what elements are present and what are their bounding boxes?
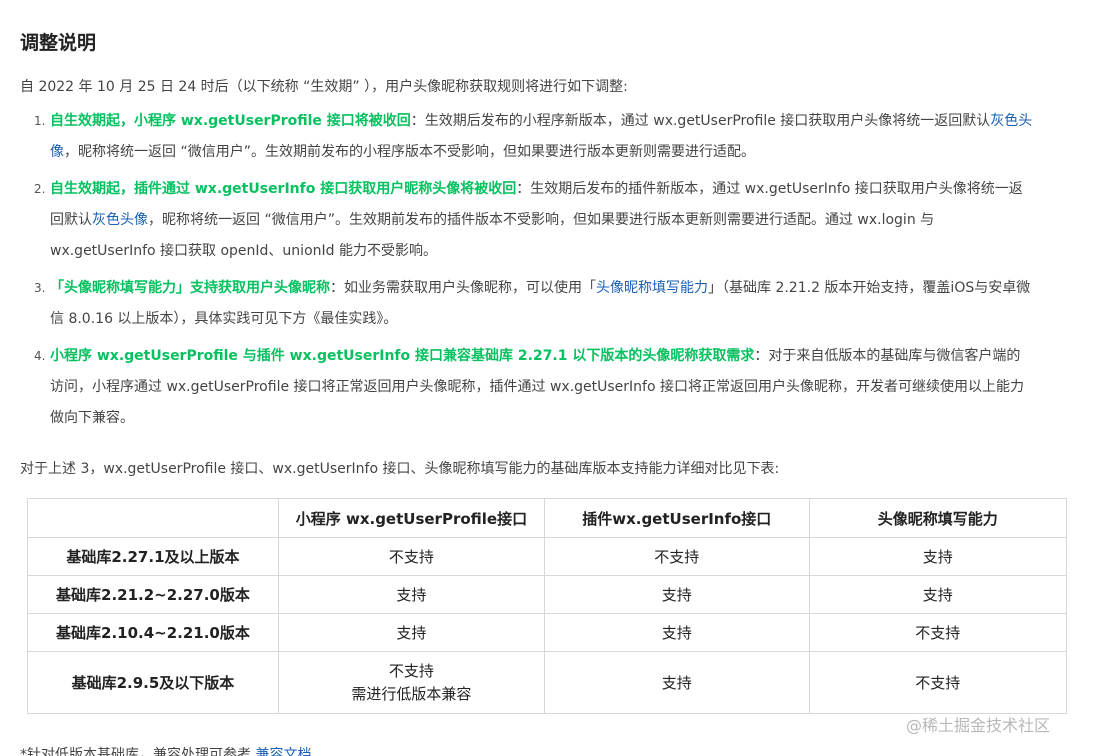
list-number: 1. bbox=[34, 114, 46, 128]
table-cell: 不支持 bbox=[808, 651, 1068, 714]
adjustment-list: 1. 自生效期起，小程序 wx.getUserProfile 接口将被收回：生效… bbox=[34, 106, 1034, 440]
item-text: ，昵称将统一返回 “微信用户”。生效期前发布的插件版本不受影响，但如果要进行版本… bbox=[50, 212, 935, 259]
table-cell: 支持 bbox=[277, 613, 545, 652]
item-text: ：如业务需获取用户头像昵称，可以使用「 bbox=[330, 280, 596, 296]
table-row: 基础库2.9.5及以下版本 不支持 需进行低版本兼容 支持 不支持 bbox=[27, 651, 1068, 714]
list-item: 4. 小程序 wx.getUserProfile 与插件 wx.getUserI… bbox=[34, 341, 1034, 434]
row-label: 基础库2.10.4~2.21.0版本 bbox=[27, 613, 279, 652]
header-cell-getuserprofile: 小程序 wx.getUserProfile接口 bbox=[277, 498, 545, 538]
row-label: 基础库2.21.2~2.27.0版本 bbox=[27, 575, 279, 614]
compat-doc-link[interactable]: 兼容文档 bbox=[255, 747, 311, 756]
table-cell: 支持 bbox=[543, 613, 810, 652]
table-cell: 不支持 bbox=[543, 537, 810, 576]
table-row: 基础库2.10.4~2.21.0版本 支持 支持 不支持 bbox=[27, 613, 1068, 652]
table-cell: 支持 bbox=[808, 575, 1068, 614]
table-cell: 支持 bbox=[543, 575, 810, 614]
emphasis-text: 自生效期起，插件通过 wx.getUserInfo 接口获取用户昵称头像将被收回 bbox=[50, 181, 517, 197]
gray-avatar-link[interactable]: 灰色头像 bbox=[92, 212, 148, 228]
table-cell: 支持 bbox=[277, 575, 545, 614]
emphasis-text: 小程序 wx.getUserProfile 与插件 wx.getUserInfo… bbox=[50, 348, 755, 364]
emphasis-text: 「头像昵称填写能力」支持获取用户头像昵称 bbox=[50, 280, 330, 296]
header-cell-empty bbox=[27, 498, 279, 538]
section-heading: 调整说明 bbox=[20, 32, 97, 54]
row-label: 基础库2.9.5及以下版本 bbox=[27, 651, 279, 714]
row-label: 基础库2.27.1及以上版本 bbox=[27, 537, 279, 576]
emphasis-text: 自生效期起，小程序 wx.getUserProfile 接口将被收回 bbox=[50, 113, 411, 129]
table-row: 基础库2.27.1及以上版本 不支持 不支持 支持 bbox=[27, 537, 1068, 576]
nickname-capability-link[interactable]: 头像昵称填写能力 bbox=[596, 280, 708, 296]
footnote-text: *针对低版本基础库，兼容处理可参考 bbox=[20, 747, 251, 756]
table-cell: 不支持 bbox=[277, 537, 545, 576]
list-number: 3. bbox=[34, 281, 46, 295]
table-row: 基础库2.21.2~2.27.0版本 支持 支持 支持 bbox=[27, 575, 1068, 614]
comparison-table: 小程序 wx.getUserProfile接口 插件wx.getUserInfo… bbox=[27, 498, 1068, 714]
footnote: *针对低版本基础库，兼容处理可参考 兼容文档 bbox=[20, 744, 311, 756]
table-cell: 不支持 bbox=[808, 613, 1068, 652]
table-cell: 不支持 需进行低版本兼容 bbox=[277, 651, 545, 714]
table-header-row: 小程序 wx.getUserProfile接口 插件wx.getUserInfo… bbox=[27, 498, 1068, 538]
cell-line: 不支持 bbox=[388, 661, 434, 680]
intro-paragraph: 自 2022 年 10 月 25 日 24 时后（以下统称 “生效期” ），用户… bbox=[20, 79, 628, 95]
list-number: 4. bbox=[34, 349, 46, 363]
item-text: ：生效期后发布的小程序新版本，通过 wx.getUserProfile 接口获取… bbox=[410, 113, 991, 129]
table-cell: 支持 bbox=[808, 537, 1068, 576]
header-cell-nickname-capability: 头像昵称填写能力 bbox=[808, 498, 1068, 538]
list-item: 1. 自生效期起，小程序 wx.getUserProfile 接口将被收回：生效… bbox=[34, 106, 1034, 168]
item-text: ，昵称将统一返回 “微信用户”。生效期前发布的小程序版本不受影响，但如果要进行版… bbox=[64, 144, 755, 160]
list-item: 2. 自生效期起，插件通过 wx.getUserInfo 接口获取用户昵称头像将… bbox=[34, 174, 1034, 267]
article-page: 调整说明 自 2022 年 10 月 25 日 24 时后（以下统称 “生效期”… bbox=[0, 0, 1097, 756]
cell-line: 需进行低版本兼容 bbox=[351, 684, 472, 703]
table-cell: 支持 bbox=[543, 651, 810, 714]
header-cell-getuserinfo: 插件wx.getUserInfo接口 bbox=[543, 498, 810, 538]
list-number: 2. bbox=[34, 182, 46, 196]
watermark: @稀土掘金技术社区 bbox=[906, 716, 1051, 735]
comparison-intro: 对于上述 3，wx.getUserProfile 接口、wx.getUserIn… bbox=[20, 461, 780, 477]
list-item: 3. 「头像昵称填写能力」支持获取用户头像昵称：如业务需获取用户头像昵称，可以使… bbox=[34, 273, 1034, 335]
